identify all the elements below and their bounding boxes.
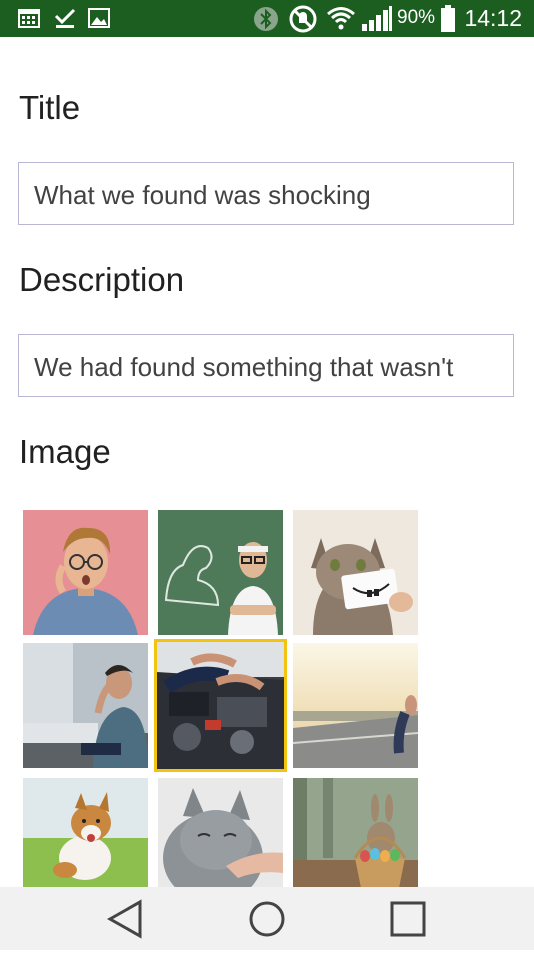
title-input[interactable]: What we found was shocking [18,162,514,225]
image-cat-with-smile-card[interactable] [293,510,418,635]
wifi-icon [326,6,356,35]
mute-icon [289,5,317,38]
navigation-bar [0,887,534,950]
description-label: Description [19,261,185,298]
image-surprised-man-glasses[interactable] [23,510,148,635]
image-stressed-man-couch[interactable] [23,643,148,768]
clock: 14:12 [464,5,522,31]
description-input[interactable]: We had found something that wasn't [18,334,514,397]
task-check-icon [54,7,76,34]
image-bunny-easter-basket[interactable] [293,778,418,887]
image-running-puppy[interactable] [23,778,148,887]
gallery-icon [88,7,110,34]
image-chalkboard-muscle-man[interactable] [158,510,283,635]
back-icon [95,899,155,954]
recents-icon [378,901,438,954]
status-bar: 90% 14:12 [0,0,534,37]
title-label: Title [19,89,81,126]
signal-icon [361,6,393,37]
image-picker-grid [18,503,424,887]
calendar-icon [18,7,40,34]
home-icon [237,901,297,954]
back-button[interactable] [95,887,155,950]
image-grey-cat-hand[interactable] [158,778,283,887]
home-button[interactable] [237,887,297,950]
battery-percent: 90% [397,7,436,28]
image-car-engine-repair[interactable] [154,639,287,772]
bluetooth-icon [253,6,279,37]
image-sunset-road[interactable] [293,643,418,768]
recents-button[interactable] [378,887,438,950]
battery-icon [440,5,456,38]
image-label: Image [19,433,111,470]
